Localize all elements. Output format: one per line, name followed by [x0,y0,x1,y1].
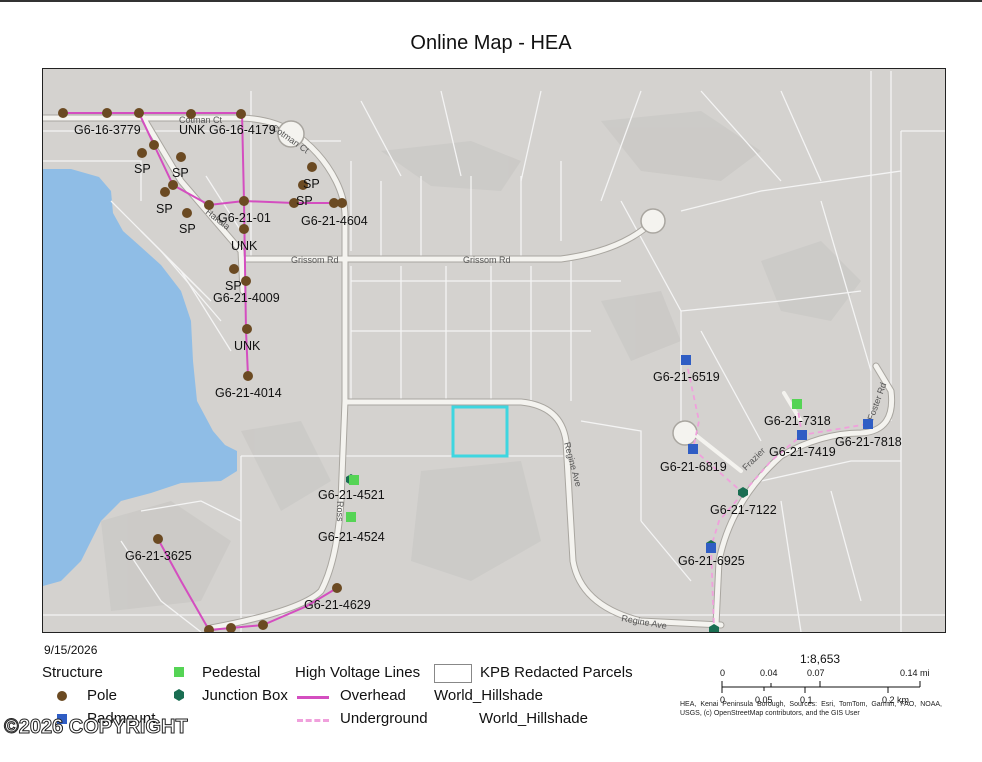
padmount-label: G6-21-6819 [660,460,727,474]
map-credits: HEA, Kenai Peninsula Borough, Sources: E… [680,701,942,717]
pole-marker[interactable] [58,108,68,118]
pedestal-marker[interactable] [792,399,802,409]
legend-hillshade-label: World_Hillshade [479,710,588,727]
pole-marker[interactable] [160,187,170,197]
scale-ratio: 1:8,653 [800,652,840,666]
pole-marker[interactable] [332,583,342,593]
pole-marker[interactable] [186,109,196,119]
pole-label: SP [172,166,189,180]
pedestal-marker[interactable] [346,512,356,522]
padmount-marker[interactable] [681,355,691,365]
pole-marker[interactable] [153,534,163,544]
scale-mi-tick: 0.14 mi [900,668,930,678]
pole-legend-icon [57,691,67,701]
pole-marker[interactable] [134,108,144,118]
pole-label: SP [156,202,173,216]
pole-label: G6-21-4009 [213,291,280,305]
legend-overhead-label: Overhead [340,687,406,704]
padmount-label: G6-21-6519 [653,370,720,384]
pole-marker[interactable] [168,180,178,190]
junction-box-legend-icon [174,689,184,701]
padmount-marker[interactable] [797,430,807,440]
legend-hv-header: High Voltage Lines [295,664,421,681]
pole-marker[interactable] [258,620,268,630]
overhead-legend-icon [297,696,329,699]
pole-label: UNK [231,239,258,253]
padmount-label: G6-21-7419 [769,445,836,459]
pedestal-legend-icon [174,667,184,677]
map-date: 9/15/2026 [44,643,98,657]
legend-hillshade-header: World_Hillshade [434,687,543,704]
pole-label: G6-21-3625 [125,549,192,563]
pedestal-label: G6-21-4521 [318,488,385,502]
pedestal-marker[interactable] [349,475,359,485]
scale-mi-tick: 0 [720,668,725,678]
legend-pedestal-label: Pedestal [202,664,261,681]
padmount-marker[interactable] [863,419,873,429]
road-label: Grissom Rd [463,255,511,265]
legend-structure-header: Structure [42,664,103,681]
pole-marker[interactable] [236,109,246,119]
pole-marker[interactable] [149,140,159,150]
padmount-label: G6-21-7818 [835,435,902,449]
pole-marker[interactable] [242,324,252,334]
pole-label: SP [296,194,313,208]
pole-marker[interactable] [204,200,214,210]
top-rule [0,0,982,2]
pole-marker[interactable] [337,198,347,208]
pole-label: G6-21-4629 [304,598,371,612]
padmount-marker[interactable] [688,444,698,454]
legend-parcels-label: KPB Redacted Parcels [480,664,633,681]
pole-marker[interactable] [176,152,186,162]
pole-marker[interactable] [239,196,249,206]
pole-label: SP [303,177,320,191]
map-title: Online Map - HEA [410,32,572,54]
pedestal-label: G6-21-7318 [764,414,831,428]
legend-junction-box-label: Junction Box [202,687,288,704]
pole-marker[interactable] [239,224,249,234]
junction-box-label: G6-21-7122 [710,503,777,517]
underground-legend-icon [297,719,329,722]
map-canvas[interactable]: Cotman Ct Cotman Ct Hakala Grissom Rd Gr… [43,69,945,632]
map-frame[interactable]: Cotman Ct Cotman Ct Hakala Grissom Rd Gr… [42,68,946,633]
pole-label: G6-21-4604 [301,214,368,228]
road-label: Grissom Rd [291,255,339,265]
legend-pole-label: Pole [87,687,118,704]
padmount-marker[interactable] [706,543,716,553]
parcels-legend-icon [434,664,472,683]
pole-marker[interactable] [307,162,317,172]
pole-marker[interactable] [137,148,147,158]
road-label: Ross [335,501,345,522]
pole-label: G6-16-4179 [209,123,276,137]
pole-label: G6-21-01 [218,211,271,225]
copyright-watermark: ©2026 COPYRIGHT [4,716,189,739]
legend-underground-label: Underground [340,710,428,727]
scale-mi-tick: 0.04 [760,668,778,678]
pedestal-label: G6-21-4524 [318,530,385,544]
pole-label: SP [134,162,151,176]
padmount-label: G6-21-6925 [678,554,745,568]
pole-label: SP [179,222,196,236]
pole-label: UNK [234,339,261,353]
pole-marker[interactable] [229,264,239,274]
pole-label: G6-16-3779 [74,123,141,137]
pole-marker[interactable] [182,208,192,218]
scale-mi-tick: 0.07 [807,668,825,678]
pole-marker[interactable] [102,108,112,118]
pole-label: UNK [179,123,206,137]
pole-marker[interactable] [241,276,251,286]
pole-label: G6-21-4014 [215,386,282,400]
pole-marker[interactable] [243,371,253,381]
